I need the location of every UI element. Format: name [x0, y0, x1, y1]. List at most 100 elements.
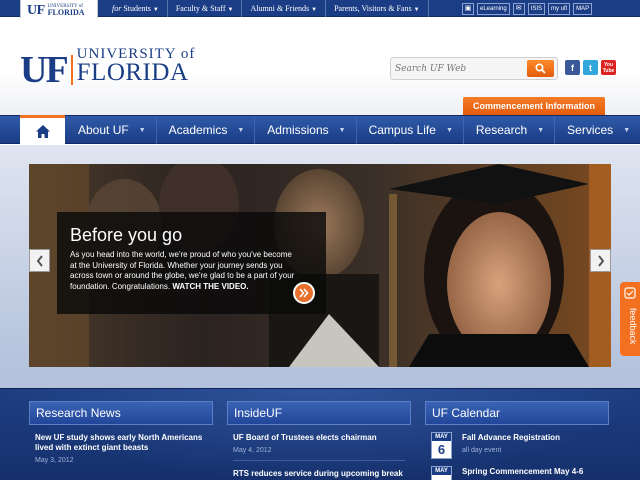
twitter-icon[interactable]: t — [583, 60, 598, 75]
top-link-students-prefix: for — [112, 4, 122, 13]
audience-links: for Students ▼ Faculty & Staff ▼ Alumni & … — [104, 0, 429, 17]
divider — [233, 460, 405, 461]
insideuf-column: InsideUF UF Board of Trustees elects cha… — [227, 401, 411, 479]
email-icon[interactable]: ✉ — [512, 2, 525, 15]
hero-title: Before you go — [70, 225, 183, 245]
quick-link-icons: ▣ eLearning ✉ ISIS my ufl MAP — [462, 0, 593, 17]
logo-words: UNIVERSITY of FLORIDA — [76, 47, 196, 86]
logo-divider — [70, 55, 73, 85]
nav-item-admissions[interactable]: Admissions ▼ — [255, 116, 357, 144]
nav-label: Campus Life — [368, 123, 436, 137]
mini-logo-line2: FLORIDA — [47, 8, 85, 17]
nav-item-services[interactable]: Services ▼ — [555, 116, 640, 144]
nav-label: Services — [567, 123, 614, 137]
calendar-date-badge: MAY — [431, 466, 452, 480]
calendar-month: MAY — [432, 467, 451, 475]
top-link-faculty-staff[interactable]: Faculty & Staff ▼ — [168, 0, 243, 17]
isis-link[interactable]: ISIS — [527, 2, 546, 15]
chevron-down-icon: ▼ — [237, 126, 245, 134]
search-icon — [535, 63, 546, 74]
list-item[interactable]: RTS reduces service during upcoming brea… — [227, 469, 411, 479]
nav-item-about-uf[interactable]: About UF ▼ — [66, 116, 157, 144]
calendar-info: Fall Advance Registration all day event — [462, 432, 560, 459]
feedback-icon — [624, 287, 636, 299]
slider-prev-button[interactable] — [29, 249, 50, 272]
search-button[interactable] — [527, 60, 554, 77]
isis-icon[interactable]: ▣ — [462, 2, 474, 15]
chevron-left-icon — [36, 254, 43, 267]
calendar-month: MAY — [432, 433, 451, 441]
nav-label: Admissions — [267, 123, 329, 137]
feedback-label: feedback — [628, 308, 638, 345]
map-link[interactable]: MAP — [573, 2, 593, 15]
elearning-link[interactable]: eLearning — [477, 2, 510, 15]
calendar-sub: all day event — [462, 447, 502, 454]
news-date: May 4, 2012 — [233, 447, 272, 454]
commencement-button[interactable]: Commencement Information — [463, 97, 605, 115]
chevron-down-icon: ▼ — [623, 126, 631, 134]
calendar-event[interactable]: MAY 6 Fall Advance Registration all day … — [425, 432, 609, 459]
search-input[interactable] — [395, 61, 525, 76]
feedback-tab[interactable]: feedback — [620, 282, 640, 356]
double-chevron-right-icon — [299, 288, 309, 298]
calendar-day: 6 — [437, 442, 446, 457]
research-news-heading[interactable]: Research News — [29, 401, 213, 425]
calendar-event[interactable]: MAY Spring Commencement May 4-6 — [425, 466, 609, 480]
mini-logo-words: UNIVERSITY of FLORIDA — [48, 4, 85, 17]
news-title: UF Board of Trustees elects chairman — [233, 433, 377, 442]
top-link-alumni-label: Alumni & Friends — [250, 4, 310, 13]
news-title: RTS reduces service during upcoming brea… — [233, 469, 403, 478]
uf-calendar-heading[interactable]: UF Calendar — [425, 401, 609, 425]
nav-items: About UF ▼ Academics ▼ Admissions ▼ Campus … — [66, 116, 640, 144]
hero-body: As you head into the world, we're proud … — [70, 250, 296, 292]
logo-uf: UF — [20, 49, 69, 91]
calendar-info: Spring Commencement May 4-6 — [462, 466, 583, 480]
nav-item-academics[interactable]: Academics ▼ — [157, 116, 256, 144]
myufl-link[interactable]: my ufl — [548, 2, 571, 15]
nav-label: About UF — [78, 123, 129, 137]
nav-label: Academics — [168, 123, 228, 137]
insideuf-heading[interactable]: InsideUF — [227, 401, 411, 425]
home-button[interactable] — [20, 115, 65, 145]
chevron-down-icon: ▼ — [227, 7, 234, 13]
chevron-down-icon: ▼ — [311, 7, 318, 13]
chevron-down-icon: ▼ — [152, 7, 159, 13]
nav-item-campus-life[interactable]: Campus Life ▼ — [357, 116, 464, 144]
list-item[interactable]: New UF study shows early North Americans… — [29, 433, 213, 464]
list-item[interactable]: UF Board of Trustees elects chairman May… — [227, 433, 411, 454]
calendar-date-badge: MAY 6 — [431, 432, 452, 459]
top-link-faculty-label: Faculty & Staff — [175, 4, 226, 13]
chevron-right-icon — [597, 254, 604, 267]
mini-logo-uf: UF — [27, 2, 45, 18]
nav-item-research[interactable]: Research ▼ — [464, 116, 556, 144]
news-date: May 3, 2012 — [35, 457, 74, 464]
top-link-students-label: Students — [123, 4, 151, 13]
chevron-down-icon: ▼ — [537, 126, 545, 134]
uf-logo[interactable]: UF UNIVERSITY of FLORIDA — [20, 47, 196, 91]
top-link-students[interactable]: for Students ▼ — [104, 0, 168, 17]
chevron-down-icon: ▼ — [445, 126, 453, 134]
main-nav: About UF ▼ Academics ▼ Admissions ▼ Campus … — [0, 115, 640, 145]
slider-next-button[interactable] — [590, 249, 611, 272]
uf-calendar-column: UF Calendar MAY 6 Fall Advance Registrat… — [425, 401, 609, 480]
calendar-title: Spring Commencement May 4-6 — [462, 467, 584, 476]
facebook-icon[interactable]: f — [565, 60, 580, 75]
chevron-down-icon: ▼ — [138, 126, 146, 134]
youtube-icon[interactable]: You Tube — [601, 60, 616, 75]
chevron-down-icon: ▼ — [413, 7, 420, 13]
chevron-down-icon: ▼ — [338, 126, 346, 134]
calendar-title: Fall Advance Registration — [462, 433, 560, 442]
site-header: UF UNIVERSITY of FLORIDA f t You Tube Co… — [0, 18, 640, 115]
logo-florida: FLORIDA — [76, 59, 189, 86]
hero-go-button[interactable] — [293, 282, 315, 304]
top-link-alumni-friends[interactable]: Alumni & Friends ▼ — [242, 0, 327, 17]
nav-label: Research — [475, 123, 528, 137]
top-utility-bar: UF UNIVERSITY of FLORIDA for Students ▼ F… — [0, 0, 640, 22]
top-link-parents-label: Parents, Visitors & Fans — [334, 4, 412, 13]
social-links: f t You Tube — [565, 60, 616, 75]
search-box — [390, 57, 558, 80]
watch-video-link[interactable]: WATCH THE VIDEO. — [172, 282, 248, 291]
home-icon — [35, 125, 50, 138]
top-link-parents-visitors[interactable]: Parents, Visitors & Fans ▼ — [326, 0, 429, 17]
news-title: New UF study shows early North Americans… — [35, 433, 203, 452]
